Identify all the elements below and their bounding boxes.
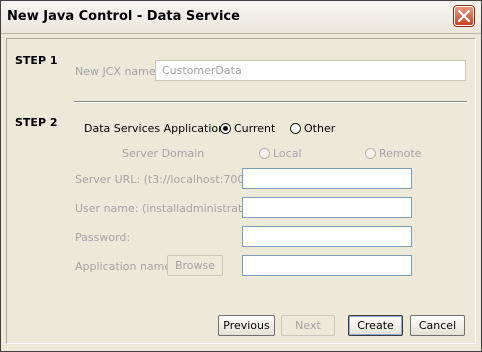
radio-local[interactable]	[259, 148, 270, 159]
username-label: User name: (installadministrator)	[75, 202, 258, 215]
browse-button[interactable]: Browse	[167, 255, 223, 276]
create-button[interactable]: Create	[348, 315, 403, 336]
close-button[interactable]	[453, 5, 475, 27]
username-field[interactable]	[242, 197, 412, 218]
close-icon	[458, 10, 470, 22]
radio-remote-label[interactable]: Remote	[379, 147, 421, 160]
title-bar[interactable]: New Java Control - Data Service	[1, 1, 481, 34]
jcx-name-label: New JCX name:	[75, 65, 160, 78]
radio-other[interactable]	[290, 123, 301, 134]
radio-current-label[interactable]: Current	[234, 122, 275, 135]
dialog-window: New Java Control - Data Service STEP 1 N…	[0, 0, 482, 352]
password-label: Password:	[75, 231, 131, 244]
window-title: New Java Control - Data Service	[7, 9, 240, 24]
next-button[interactable]: Next	[281, 315, 335, 336]
jcx-name-field[interactable]: CustomerData	[155, 60, 466, 81]
content-panel	[6, 38, 476, 344]
server-domain-label: Server Domain	[122, 147, 205, 160]
data-services-application-label: Data Services Application	[84, 122, 226, 135]
cancel-button[interactable]: Cancel	[410, 315, 465, 336]
password-field[interactable]	[242, 226, 412, 247]
radio-other-label[interactable]: Other	[304, 122, 335, 135]
radio-remote[interactable]	[365, 148, 376, 159]
server-url-field[interactable]	[242, 168, 412, 189]
step2-heading: STEP 2	[15, 116, 58, 129]
application-name-field[interactable]	[242, 255, 412, 276]
step1-heading: STEP 1	[15, 54, 58, 67]
server-url-label: Server URL: (t3://localhost:7001)	[75, 173, 256, 186]
radio-local-label[interactable]: Local	[273, 147, 302, 160]
application-name-label: Application name:	[75, 260, 175, 273]
step-divider	[74, 101, 467, 103]
previous-button[interactable]: Previous	[218, 315, 275, 336]
radio-current[interactable]	[220, 123, 231, 134]
